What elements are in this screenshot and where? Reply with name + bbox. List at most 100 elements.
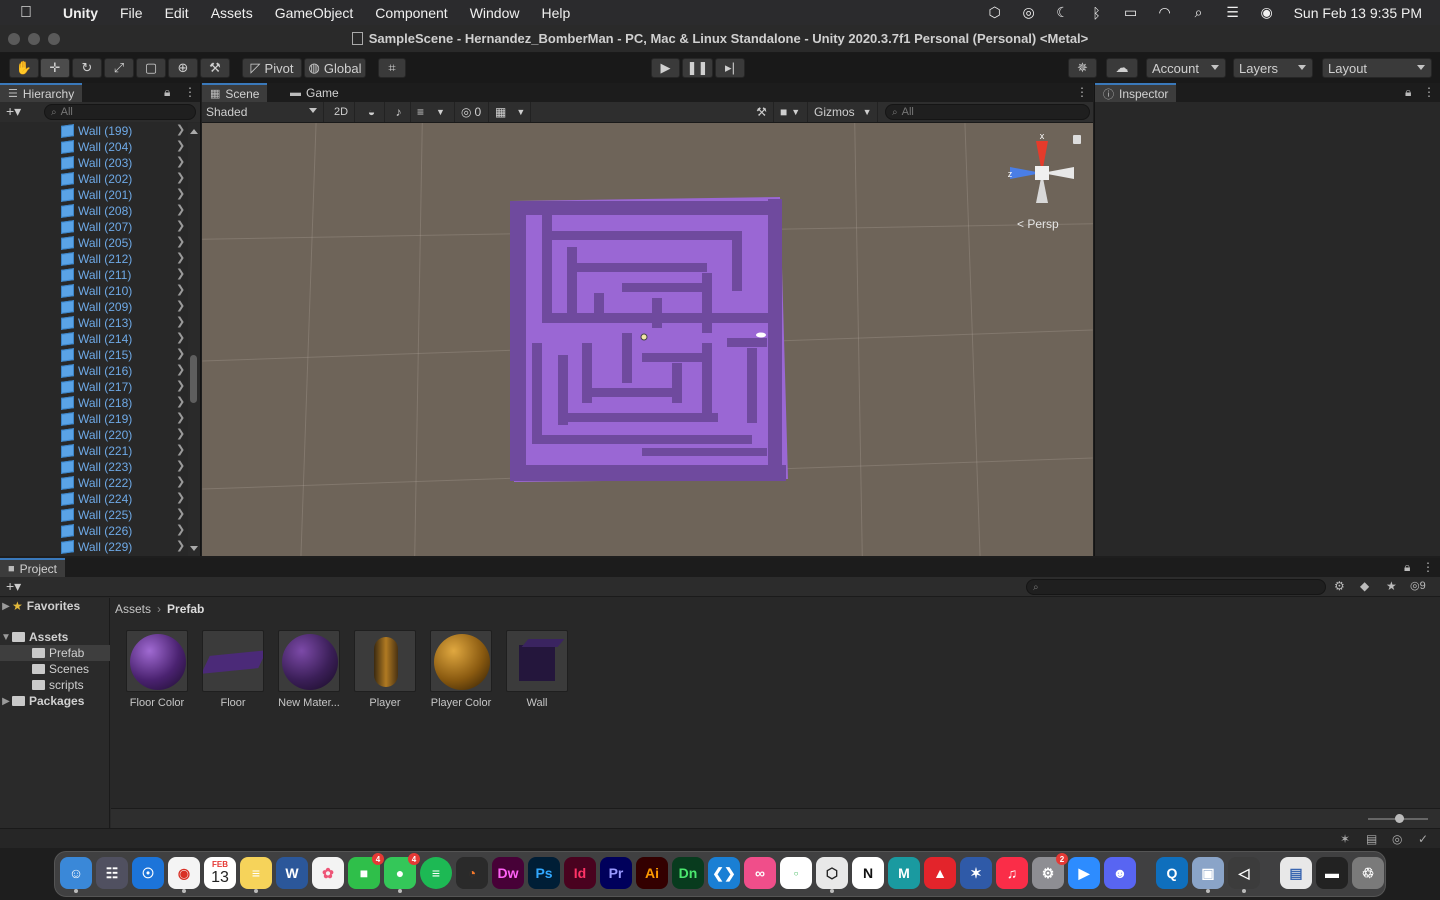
tab-hierarchy[interactable]: ☰ Hierarchy [0, 83, 83, 102]
asset-player-color[interactable]: Player Color [423, 630, 499, 709]
chevron-right-icon[interactable]: ❯ [176, 507, 185, 520]
hierarchy-row[interactable]: Wall (201) ❯ [0, 187, 186, 203]
safari-icon[interactable]: ☉ [132, 857, 164, 889]
lock-icon[interactable]: 🔒︎ [164, 85, 170, 100]
hierarchy-row[interactable]: Wall (208) ❯ [0, 203, 186, 219]
hierarchy-row[interactable]: Wall (202) ❯ [0, 171, 186, 187]
scene-tools-button[interactable]: ⚒ [750, 102, 774, 122]
notion-icon[interactable]: N [852, 857, 884, 889]
step-button[interactable]: ▸| [715, 58, 745, 78]
create-plus-button[interactable]: +▾ [6, 103, 21, 120]
hierarchy-row[interactable]: Wall (209) ❯ [0, 299, 186, 315]
downloads-stack-icon[interactable]: ▬ [1316, 857, 1348, 889]
finder-icon[interactable]: ☺ [60, 857, 92, 893]
orientation-gizmo[interactable]: x z [1002, 133, 1082, 213]
blender-icon[interactable]: ◔ [456, 857, 488, 889]
chevron-right-icon[interactable]: ❯ [176, 427, 185, 440]
hierarchy-row[interactable]: Wall (222) ❯ [0, 475, 186, 491]
camera-dropdown[interactable]: ■ ▼ [776, 102, 808, 122]
tree-favorites[interactable]: ▶ ★ Favorites [0, 598, 110, 614]
dreamweaver-icon[interactable]: Dw [492, 857, 524, 889]
tree-folder-prefab[interactable]: Prefab [0, 645, 110, 661]
music-icon[interactable]: ♫ [996, 857, 1028, 889]
scrollbar-thumb[interactable] [190, 355, 197, 403]
tab-project[interactable]: ■ Project [0, 558, 66, 577]
rotate-tool-button[interactable]: ↻ [72, 58, 102, 78]
project-search-input[interactable]: ⌕ [1026, 579, 1326, 595]
hierarchy-row[interactable]: Wall (223) ❯ [0, 459, 186, 475]
messages-icon[interactable]: ● 4 [384, 853, 420, 893]
cricut-icon[interactable]: ○ [780, 857, 812, 889]
grid-snap-button[interactable]: ⌗ [378, 58, 406, 78]
auto-generate-lighting-icon[interactable]: ◎ [1392, 832, 1402, 846]
menu-edit[interactable]: Edit [154, 5, 200, 21]
menu-window[interactable]: Window [459, 5, 531, 21]
services-button[interactable]: ✵ [1068, 58, 1097, 78]
vscode-icon[interactable]: ❮❯ [708, 857, 740, 889]
hierarchy-row[interactable]: Wall (226) ❯ [0, 523, 186, 539]
battery-icon[interactable]: ▭ [1114, 4, 1148, 21]
chevron-right-icon[interactable]: ❯ [176, 379, 185, 392]
acrobat-icon[interactable]: ▲ [924, 857, 956, 889]
creative-cloud-icon[interactable]: ◎ [1012, 4, 1046, 21]
hierarchy-row[interactable]: Wall (218) ❯ [0, 395, 186, 411]
indesign-icon[interactable]: Id [564, 857, 596, 889]
wifi-icon[interactable]: ◠ [1148, 4, 1182, 21]
chevron-right-icon[interactable]: ❯ [176, 251, 185, 264]
hierarchy-row[interactable]: Wall (225) ❯ [0, 507, 186, 523]
word-icon[interactable]: W [276, 857, 308, 889]
system-preferences-icon[interactable]: ⚙ 2 [1032, 853, 1068, 889]
unity-hub-icon[interactable]: ⬡ [816, 857, 848, 893]
spotlight-search-icon[interactable]: ⌕ [1182, 4, 1216, 21]
draw-mode-dropdown[interactable]: Shaded [202, 102, 324, 122]
tree-assets[interactable]: ▼ Assets [0, 629, 110, 645]
transform-tool-button[interactable]: ⊕ [168, 58, 198, 78]
document-stack-icon[interactable]: ▤ [1280, 857, 1312, 889]
quicktime-icon[interactable]: Q [1156, 857, 1188, 889]
maya-icon[interactable]: M [888, 857, 920, 889]
chevron-right-icon[interactable]: ▶ [0, 696, 12, 707]
facetime-icon[interactable]: ■ 4 [348, 853, 384, 889]
create-plus-button[interactable]: +▾ [6, 578, 21, 595]
chevron-right-icon[interactable]: ❯ [176, 235, 185, 248]
chevron-right-icon[interactable]: ❯ [176, 395, 185, 408]
kebab-menu-icon[interactable]: ⋮ [1423, 85, 1435, 99]
kebab-menu-icon[interactable]: ⋮ [184, 85, 196, 99]
cloud-button[interactable]: ☁ [1106, 58, 1138, 78]
chevron-right-icon[interactable]: ❯ [176, 363, 185, 376]
maze-render[interactable] [202, 123, 1093, 556]
launchpad-icon[interactable]: ☷ [96, 857, 128, 889]
progress-icon[interactable]: ✓ [1418, 832, 1428, 846]
hierarchy-row[interactable]: Wall (205) ❯ [0, 235, 186, 251]
creative-cloud-app-icon[interactable]: ∞ [744, 857, 776, 889]
unity-status-icon[interactable]: ⬡ [978, 4, 1012, 21]
chevron-right-icon[interactable]: ❯ [176, 491, 185, 504]
slider-handle[interactable] [1395, 814, 1404, 823]
chevron-right-icon[interactable]: ❯ [176, 539, 185, 552]
chevron-right-icon[interactable]: ❯ [176, 171, 185, 184]
preview-icon[interactable]: ▣ [1192, 857, 1224, 893]
dimension-icon[interactable]: Dn [672, 857, 704, 889]
kebab-menu-icon[interactable]: ⋮ [1422, 560, 1434, 574]
hierarchy-row[interactable]: Wall (224) ❯ [0, 491, 186, 507]
hierarchy-scrollbar[interactable] [188, 123, 200, 556]
tab-game[interactable]: ▬ Game [282, 83, 347, 102]
hidden-packages-toggle[interactable]: ◎9 [1410, 579, 1426, 592]
audio-toggle[interactable]: ♪ [387, 102, 411, 122]
effects-dropdown[interactable]: ≡ ▼ [413, 102, 455, 122]
global-toggle[interactable]: ◍ Global [304, 58, 366, 78]
illustrator-icon[interactable]: Ai [636, 857, 668, 889]
gizmos-dropdown[interactable]: Gizmos ▼ [810, 102, 878, 122]
chevron-right-icon[interactable]: ❯ [176, 347, 185, 360]
tab-inspector[interactable]: ⓘ Inspector [1095, 83, 1177, 102]
lock-icon[interactable]: 🔒︎ [1404, 560, 1410, 575]
chevron-right-icon[interactable]: ❯ [176, 475, 185, 488]
asset-floor-color[interactable]: Floor Color [119, 630, 195, 709]
kebab-menu-icon[interactable]: ⋮ [1076, 85, 1088, 99]
rect-tool-button[interactable]: ▢ [136, 58, 166, 78]
asset-new-material[interactable]: New Mater... [271, 630, 347, 709]
chevron-right-icon[interactable]: ❯ [176, 331, 185, 344]
photoshop-icon[interactable]: Ps [528, 857, 560, 889]
chevron-right-icon[interactable]: ❯ [176, 299, 185, 312]
scene-search-input[interactable]: ⌕ All [885, 104, 1090, 120]
